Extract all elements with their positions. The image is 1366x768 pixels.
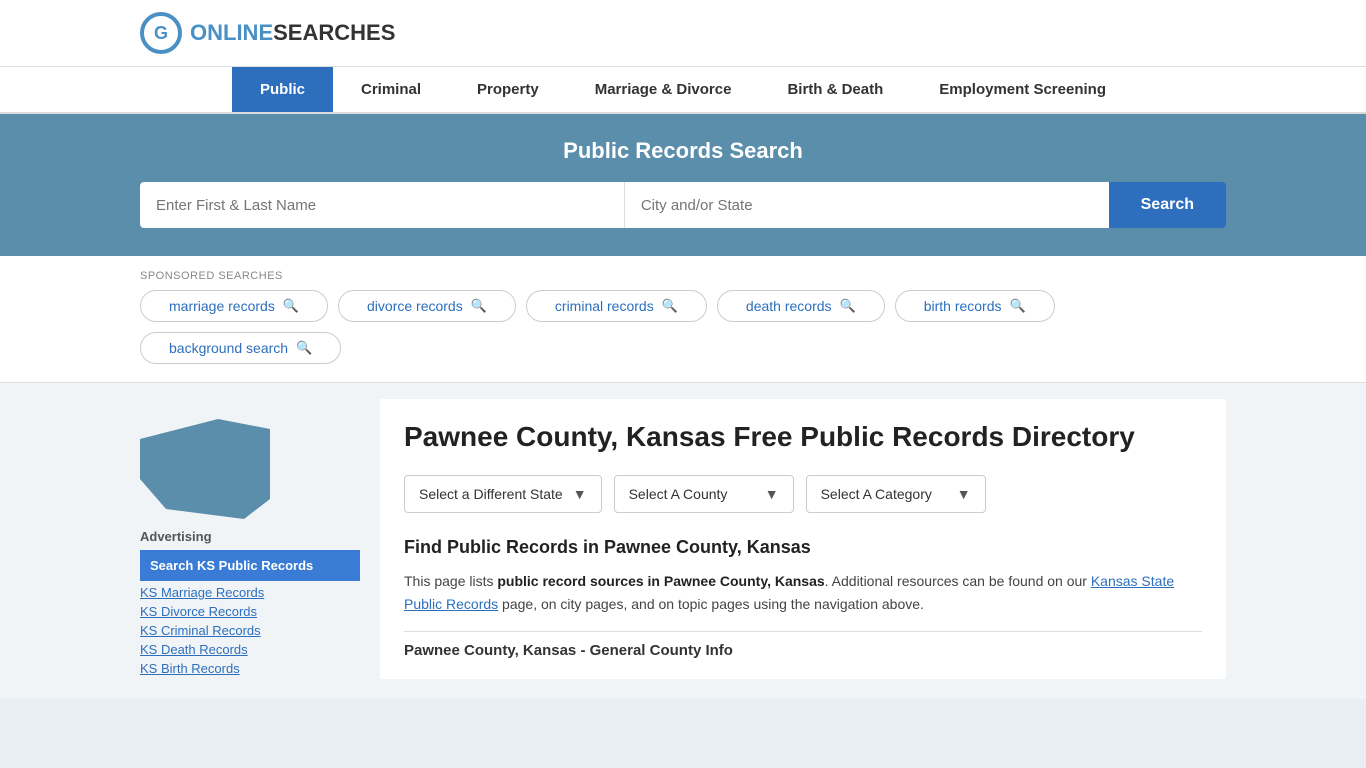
- pill-label: birth records: [924, 298, 1002, 314]
- county-dropdown-label: Select A County: [629, 486, 728, 502]
- sidebar-map-area: [140, 399, 360, 529]
- category-dropdown-label: Select A Category: [821, 486, 932, 502]
- state-dropdown-label: Select a Different State: [419, 486, 563, 502]
- search-banner-title: Public Records Search: [140, 138, 1226, 164]
- state-dropdown[interactable]: Select a Different State ▼: [404, 475, 602, 513]
- advertising-section: Advertising Search KS Public Records KS …: [140, 529, 360, 678]
- main-content: Pawnee County, Kansas Free Public Record…: [380, 399, 1226, 679]
- search-icon: 🔍: [296, 340, 312, 356]
- body-text: This page lists public record sources in…: [404, 570, 1202, 615]
- main-nav: Public Criminal Property Marriage & Divo…: [0, 67, 1366, 114]
- nav-employment[interactable]: Employment Screening: [911, 67, 1134, 112]
- location-input[interactable]: [624, 182, 1109, 228]
- category-dropdown[interactable]: Select A Category ▼: [806, 475, 986, 513]
- pill-label: background search: [169, 340, 288, 356]
- page-title: Pawnee County, Kansas Free Public Record…: [404, 419, 1202, 455]
- search-banner: Public Records Search Search: [0, 114, 1366, 256]
- advertising-label: Advertising: [140, 529, 360, 544]
- nav-criminal[interactable]: Criminal: [333, 67, 449, 112]
- search-icon: 🔍: [283, 298, 299, 314]
- sponsored-pills: marriage records 🔍 divorce records 🔍 cri…: [0, 290, 1366, 374]
- search-icon: 🔍: [1010, 298, 1026, 314]
- site-header: ONLINESEARCHES: [0, 0, 1366, 67]
- search-icon: 🔍: [662, 298, 678, 314]
- sidebar: Advertising Search KS Public Records KS …: [140, 399, 360, 679]
- pill-label: death records: [746, 298, 832, 314]
- pill-criminal-records[interactable]: criminal records 🔍: [526, 290, 707, 322]
- sidebar-link-marriage[interactable]: KS Marriage Records: [140, 583, 360, 602]
- county-dropdown[interactable]: Select A County ▼: [614, 475, 794, 513]
- county-info-title: Pawnee County, Kansas - General County I…: [404, 642, 1202, 659]
- search-button[interactable]: Search: [1109, 182, 1226, 228]
- dropdowns-row: Select a Different State ▼ Select A Coun…: [404, 475, 1202, 513]
- sidebar-link-criminal[interactable]: KS Criminal Records: [140, 621, 360, 640]
- chevron-down-icon: ▼: [765, 486, 779, 502]
- search-form: Search: [140, 182, 1226, 228]
- section-title: Find Public Records in Pawnee County, Ka…: [404, 537, 1202, 558]
- nav-birth-death[interactable]: Birth & Death: [759, 67, 911, 112]
- sponsored-section: SPONSORED SEARCHES marriage records 🔍 di…: [0, 256, 1366, 383]
- logo-icon: [140, 12, 182, 54]
- sidebar-link-birth[interactable]: KS Birth Records: [140, 659, 360, 678]
- pill-label: divorce records: [367, 298, 463, 314]
- sidebar-link-death[interactable]: KS Death Records: [140, 640, 360, 659]
- chevron-down-icon: ▼: [573, 486, 587, 502]
- nav-marriage-divorce[interactable]: Marriage & Divorce: [567, 67, 760, 112]
- search-icon: 🔍: [471, 298, 487, 314]
- sponsored-label: SPONSORED SEARCHES: [0, 270, 1366, 282]
- content-wrapper: Advertising Search KS Public Records KS …: [0, 383, 1366, 699]
- logo-text: ONLINESEARCHES: [190, 20, 395, 46]
- pill-death-records[interactable]: death records 🔍: [717, 290, 885, 322]
- sidebar-link-divorce[interactable]: KS Divorce Records: [140, 602, 360, 621]
- pill-divorce-records[interactable]: divorce records 🔍: [338, 290, 516, 322]
- kansas-map-icon: [140, 419, 270, 519]
- pill-marriage-records[interactable]: marriage records 🔍: [140, 290, 328, 322]
- nav-public[interactable]: Public: [232, 67, 333, 112]
- pill-label: marriage records: [169, 298, 275, 314]
- logo[interactable]: ONLINESEARCHES: [140, 12, 395, 54]
- pill-label: criminal records: [555, 298, 654, 314]
- chevron-down-icon: ▼: [957, 486, 971, 502]
- pill-birth-records[interactable]: birth records 🔍: [895, 290, 1055, 322]
- nav-property[interactable]: Property: [449, 67, 567, 112]
- pill-background-search[interactable]: background search 🔍: [140, 332, 341, 364]
- divider: [404, 631, 1202, 632]
- name-input[interactable]: [140, 182, 624, 228]
- search-icon: 🔍: [840, 298, 856, 314]
- sidebar-ad-active[interactable]: Search KS Public Records: [140, 550, 360, 581]
